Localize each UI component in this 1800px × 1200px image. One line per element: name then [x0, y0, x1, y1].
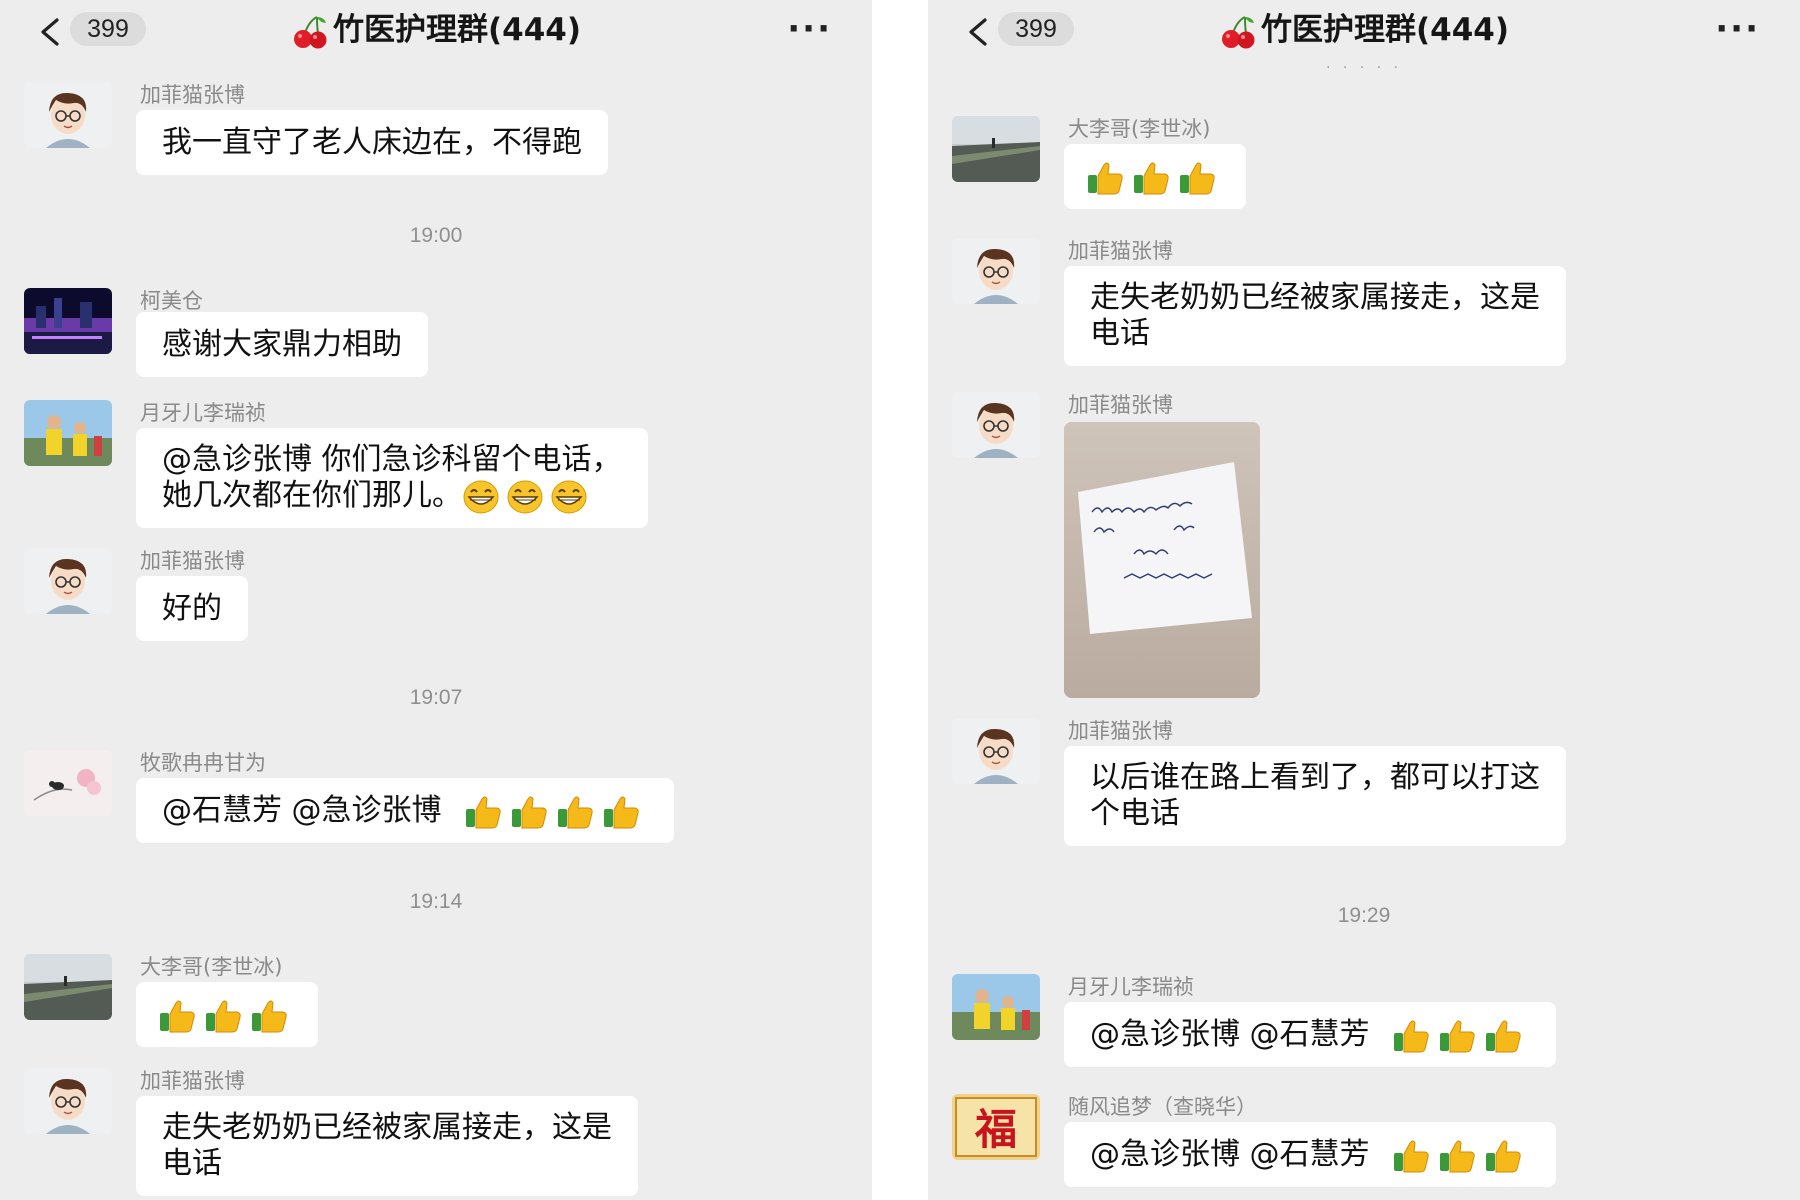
- sender-name: 大李哥(李世冰): [140, 955, 283, 979]
- message-bubble[interactable]: [1064, 144, 1246, 209]
- message-bubble[interactable]: @急诊张博 你们急诊科留个电话， 她几次都在你们那儿。: [136, 428, 648, 528]
- sender-name: 月牙儿李瑞祯: [140, 401, 266, 425]
- avatar[interactable]: [24, 954, 112, 1020]
- message-bubble[interactable]: @急诊张博 @石慧芳: [1064, 1122, 1556, 1187]
- avatar[interactable]: [952, 238, 1040, 304]
- grin-emoji-icon: [506, 480, 544, 514]
- chat-header: 399 竹医护理群(444) ···: [928, 0, 1800, 64]
- more-options-button[interactable]: ···: [1715, 12, 1760, 46]
- thumbs-up-icon: [250, 999, 288, 1033]
- message-bubble[interactable]: [136, 982, 318, 1047]
- sender-name: 加菲猫张博: [140, 83, 245, 107]
- message-bubble[interactable]: 感谢大家鼎力相助: [136, 312, 428, 377]
- thumbs-up-icon: [1438, 1139, 1476, 1173]
- photo-message[interactable]: [1064, 422, 1260, 698]
- avatar[interactable]: [24, 1068, 112, 1134]
- avatar[interactable]: [952, 392, 1040, 458]
- message-bubble[interactable]: 我一直守了老人床边在，不得跑: [136, 110, 608, 175]
- more-options-button[interactable]: ···: [787, 12, 832, 46]
- thumbs-up-icon: [510, 795, 548, 829]
- avatar[interactable]: [24, 750, 112, 816]
- thumbs-up-icon: [204, 999, 242, 1033]
- thumbs-up-icon: [1484, 1139, 1522, 1173]
- thumbs-up-icon: [1484, 1019, 1522, 1053]
- message-text: @石慧芳 @急诊张博: [162, 793, 442, 828]
- message-bubble[interactable]: 走失老奶奶已经被家属接走，这是 电话: [136, 1096, 638, 1196]
- avatar[interactable]: [952, 116, 1040, 182]
- chat-title: 竹医护理群(444): [928, 8, 1800, 52]
- avatar[interactable]: [952, 974, 1040, 1040]
- timestamp: 19:14: [409, 890, 463, 913]
- message-line: 走失老奶奶已经被家属接走，这是: [162, 1110, 612, 1145]
- sender-name: 牧歌冉冉甘为: [140, 751, 266, 775]
- sender-name: 加菲猫张博: [140, 549, 245, 573]
- avatar[interactable]: [24, 288, 112, 354]
- thumbs-up-icon: [1438, 1019, 1476, 1053]
- grin-emoji-icon: [550, 480, 588, 514]
- cherry-icon: [1219, 15, 1257, 49]
- thumbs-up-icon: [1392, 1019, 1430, 1053]
- message-bubble[interactable]: 好的: [136, 576, 248, 641]
- sender-name: 加菲猫张博: [1068, 393, 1173, 417]
- cherry-icon: [291, 15, 329, 49]
- thumbs-up-icon: [1392, 1139, 1430, 1173]
- thumbs-up-icon: [1086, 161, 1124, 195]
- group-title-text: 竹医护理群(444): [1260, 12, 1510, 48]
- message-line: 个电话: [1090, 796, 1180, 831]
- message-line-text: 她几次都在你们那儿。: [162, 478, 462, 513]
- message-line: 走失老奶奶已经被家属接走，这是: [1090, 280, 1540, 315]
- chat-screen-right: 399 竹医护理群(444) ··· · · · · · 大李哥(李世冰) 加菲…: [928, 0, 1800, 1200]
- message-line: 以后谁在路上看到了，都可以打这: [1090, 760, 1540, 795]
- thumbs-up-icon: [464, 795, 502, 829]
- timestamp: 19:00: [409, 224, 463, 247]
- thumbs-up-icon: [1132, 161, 1170, 195]
- avatar[interactable]: [952, 1094, 1040, 1160]
- message-line-with-emoji: 她几次都在你们那儿。: [162, 478, 622, 514]
- message-bubble[interactable]: 以后谁在路上看到了，都可以打这 个电话: [1064, 746, 1566, 846]
- thumbs-up-icon: [1178, 161, 1216, 195]
- message-bubble[interactable]: @急诊张博 @石慧芳: [1064, 1002, 1556, 1067]
- thumbs-up-icon: [556, 795, 594, 829]
- avatar[interactable]: [952, 718, 1040, 784]
- grin-emoji-icon: [462, 480, 500, 514]
- sender-name: 随风追梦（查晓华）: [1068, 1095, 1257, 1119]
- message-bubble[interactable]: 走失老奶奶已经被家属接走，这是 电话: [1064, 266, 1566, 366]
- message-bubble[interactable]: @石慧芳 @急诊张博: [136, 778, 674, 843]
- chat-header: 399 竹医护理群(444) ···: [0, 0, 872, 64]
- chat-title: 竹医护理群(444): [0, 8, 872, 52]
- message-line: @急诊张博 你们急诊科留个电话，: [162, 442, 622, 477]
- thumbs-up-icon: [602, 795, 640, 829]
- sender-name: 月牙儿李瑞祯: [1068, 975, 1194, 999]
- sender-name: 大李哥(李世冰): [1068, 117, 1211, 141]
- group-title-text: 竹医护理群(444): [332, 12, 582, 48]
- chat-screen-left: 399 竹医护理群(444) ··· 加菲猫张博 我一直守了老人床边在，不得跑 …: [0, 0, 872, 1200]
- message-text: @急诊张博 @石慧芳: [1090, 1017, 1370, 1052]
- message-line: 电话: [162, 1146, 222, 1181]
- screenshot-stage: 399 竹医护理群(444) ··· 加菲猫张博 我一直守了老人床边在，不得跑 …: [0, 0, 1800, 1200]
- avatar[interactable]: [24, 400, 112, 466]
- sender-name: 加菲猫张博: [1068, 239, 1173, 263]
- loading-dots: · · · · ·: [1325, 60, 1403, 76]
- timestamp: 19:07: [409, 686, 463, 709]
- sender-name: 加菲猫张博: [140, 1069, 245, 1093]
- avatar[interactable]: [24, 548, 112, 614]
- avatar[interactable]: [24, 82, 112, 148]
- thumbs-up-icon: [158, 999, 196, 1033]
- message-line: 电话: [1090, 316, 1150, 351]
- message-text: @急诊张博 @石慧芳: [1090, 1137, 1370, 1172]
- timestamp: 19:29: [1337, 904, 1391, 927]
- sender-name: 加菲猫张博: [1068, 719, 1173, 743]
- sender-name: 柯美仓: [140, 289, 203, 313]
